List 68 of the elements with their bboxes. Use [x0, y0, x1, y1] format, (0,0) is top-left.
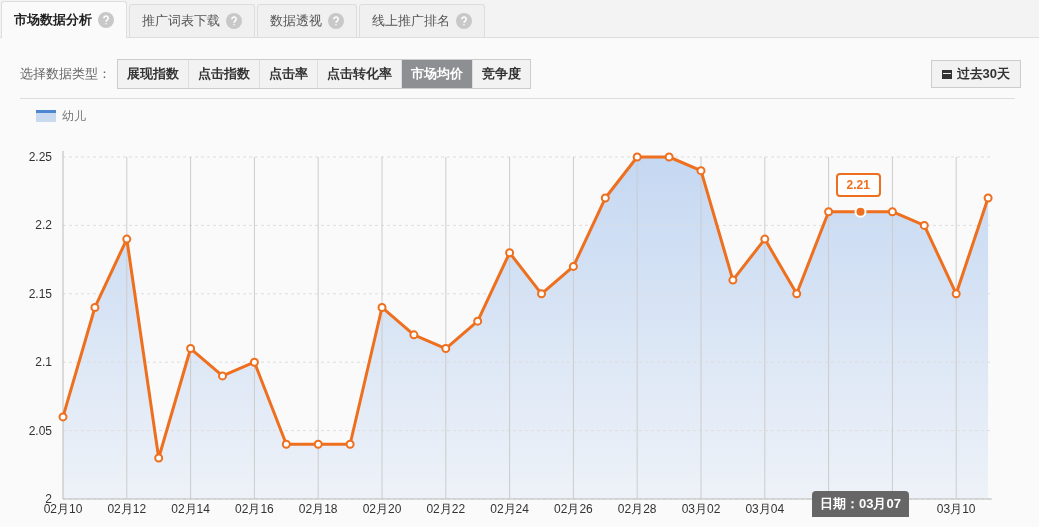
calendar-icon	[941, 69, 952, 79]
data-point[interactable]	[154, 453, 164, 463]
y-axis-label: 2.25	[28, 150, 52, 164]
data-point[interactable]	[473, 316, 483, 326]
data-type-button[interactable]: 点击指数	[189, 60, 260, 88]
x-axis-label: 02月26	[554, 502, 593, 516]
data-point[interactable]	[186, 344, 196, 353]
data-type-button[interactable]: 点击转化率	[318, 60, 402, 88]
help-icon[interactable]	[456, 13, 472, 29]
data-point[interactable]	[313, 439, 323, 449]
tab[interactable]: 线上推广排名	[359, 4, 485, 37]
data-point[interactable]	[792, 289, 802, 299]
help-icon[interactable]	[226, 13, 242, 29]
help-icon[interactable]	[98, 12, 114, 28]
filter-label: 选择数据类型：	[20, 65, 111, 83]
legend-label[interactable]: 幼儿	[62, 107, 86, 125]
value-tooltip: 2.21	[835, 172, 881, 197]
data-type-button[interactable]: 竞争度	[473, 60, 530, 88]
data-point[interactable]	[90, 303, 100, 312]
data-point[interactable]	[281, 439, 291, 449]
data-point[interactable]	[696, 166, 706, 176]
x-axis-label: 02月12	[107, 502, 147, 516]
x-axis-label: 03月04	[745, 502, 785, 516]
x-axis-label: 02月24	[490, 502, 529, 516]
x-axis-label: 02月14	[171, 502, 210, 516]
data-point[interactable]	[345, 439, 355, 449]
data-point[interactable]	[409, 330, 419, 340]
y-axis-label: 2.05	[28, 423, 52, 438]
data-point[interactable]	[249, 357, 259, 367]
tab[interactable]: 数据透视	[257, 4, 357, 37]
data-point[interactable]	[218, 371, 227, 381]
y-axis-label: 2.15	[28, 286, 52, 301]
x-axis-label: 02月16	[235, 502, 274, 516]
help-icon[interactable]	[328, 13, 344, 29]
y-axis-label: 2.1	[35, 355, 52, 370]
data-point[interactable]	[505, 248, 515, 258]
data-point[interactable]	[122, 234, 132, 244]
data-type-button[interactable]: 点击率	[260, 60, 318, 88]
data-point[interactable]	[632, 152, 642, 162]
y-axis-label: 2.2	[35, 218, 52, 233]
data-point[interactable]	[824, 207, 834, 217]
data-point[interactable]	[568, 261, 578, 271]
data-point[interactable]	[919, 220, 929, 230]
data-type-button[interactable]: 展现指数	[118, 60, 189, 88]
data-point[interactable]	[441, 344, 451, 353]
x-axis-label: 02月22	[426, 502, 466, 516]
data-point[interactable]	[760, 234, 770, 244]
data-point[interactable]	[377, 303, 387, 312]
x-axis-label: 03月02	[681, 502, 721, 516]
x-axis-label: 02月20	[362, 502, 402, 516]
date-tooltip: 日期：03月07	[812, 491, 909, 517]
data-point[interactable]	[58, 412, 68, 422]
x-axis-label: 02月10	[43, 502, 83, 516]
highlighted-point[interactable]	[854, 205, 867, 218]
data-point[interactable]	[728, 275, 738, 285]
data-point[interactable]	[887, 207, 897, 217]
data-point[interactable]	[537, 289, 546, 299]
x-axis-label: 02月18	[298, 502, 338, 516]
data-point[interactable]	[983, 193, 993, 203]
tab[interactable]: 推广词表下载	[129, 4, 255, 37]
x-axis-label: 03月10	[936, 502, 976, 516]
tab[interactable]: 市场数据分析	[1, 1, 127, 38]
data-point[interactable]	[951, 289, 961, 299]
x-axis-label: 02月28	[617, 502, 657, 516]
data-point[interactable]	[664, 152, 674, 162]
date-range-button[interactable]: 过去30天	[930, 60, 1021, 88]
data-point[interactable]	[600, 193, 610, 203]
legend-swatch	[36, 110, 56, 122]
